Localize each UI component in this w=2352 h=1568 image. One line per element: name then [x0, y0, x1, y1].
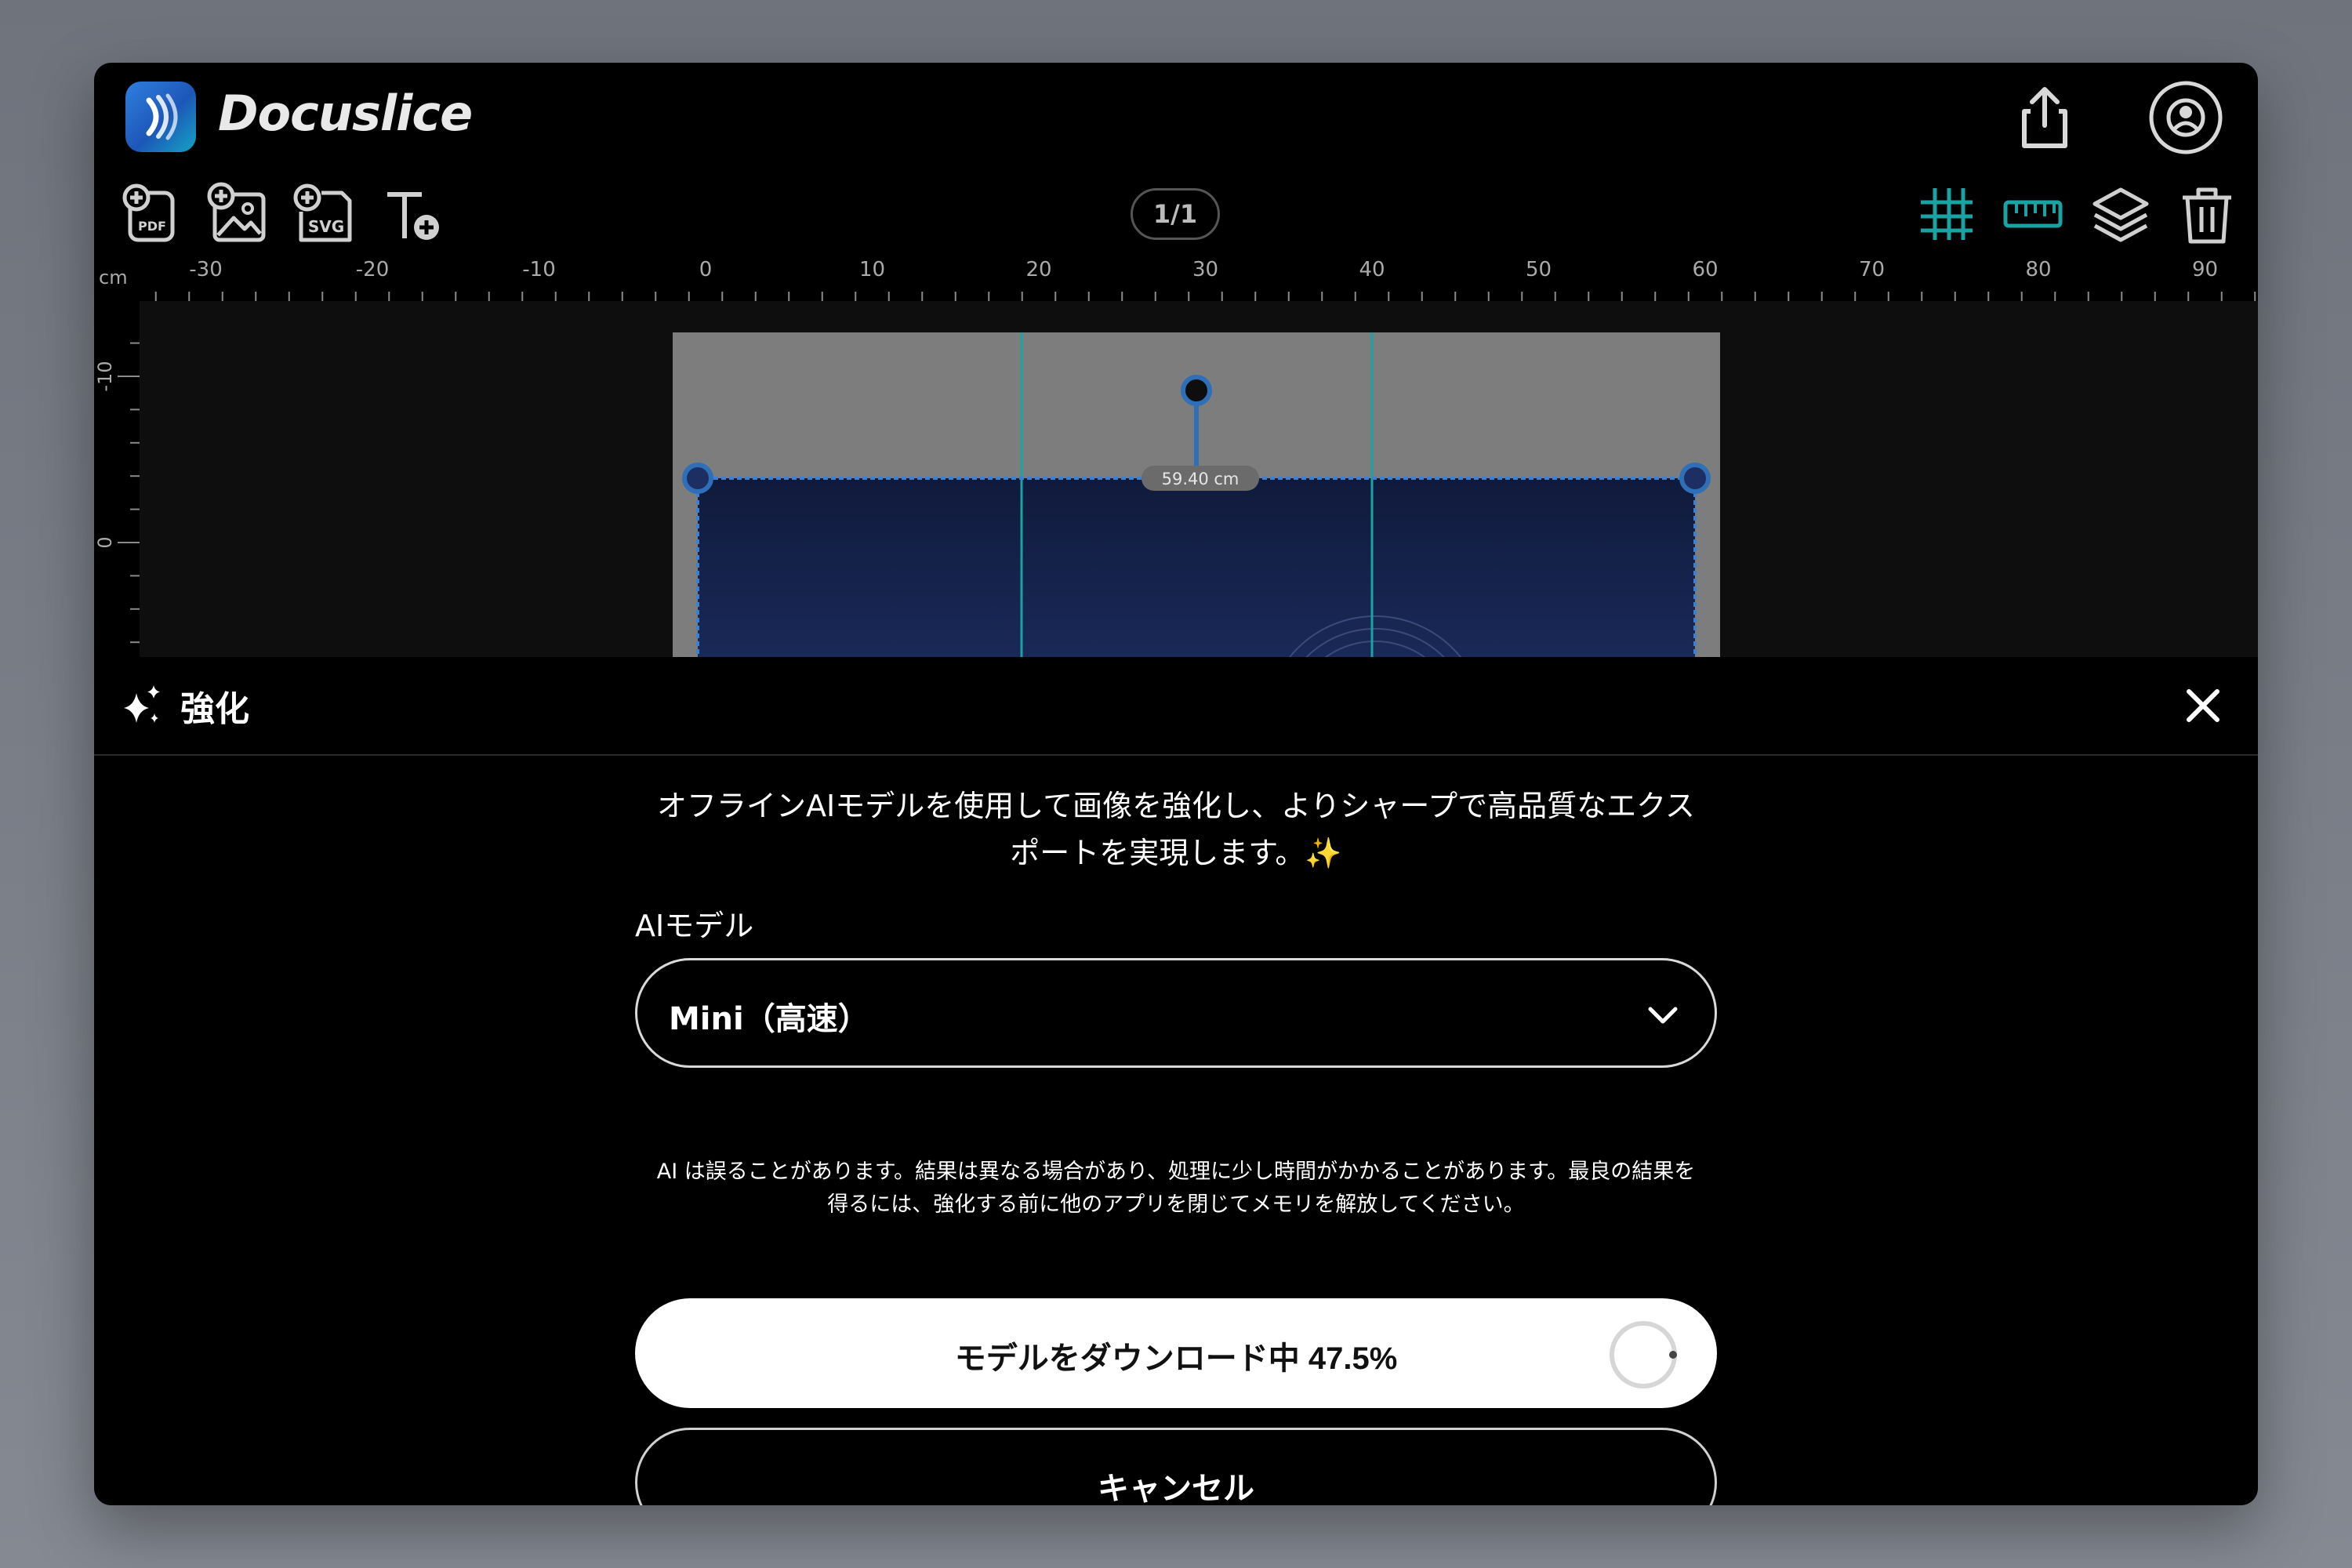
add-text-icon: [387, 192, 439, 240]
description-line: オフラインAIモデルを使用して画像を強化し、よりシャープで高品質なエクス: [657, 789, 1695, 823]
panel-description: オフラインAIモデルを使用して画像を強化し、よりシャープで高品質なエクス ポート…: [627, 782, 1725, 877]
page-indicator[interactable]: 1/1: [1131, 188, 1220, 240]
svg-text:SVG: SVG: [308, 217, 344, 236]
account-button[interactable]: [2148, 80, 2223, 155]
disclaimer-line: AI は誤ることがあります。結果は異なる場合があり、処理に少し時間がかかることが…: [656, 1160, 1696, 1184]
ruler-label: -10: [522, 258, 555, 281]
ruler-icon: [2003, 200, 2063, 228]
resize-handle-top-right[interactable]: [1679, 463, 1711, 494]
app-header: Docuslice: [94, 63, 2258, 180]
top-ruler: [94, 256, 2258, 301]
add-image-icon: [207, 182, 266, 242]
add-pdf-icon: PDF: [122, 183, 175, 242]
app-logo-icon: [125, 82, 196, 152]
add-svg-button[interactable]: SVG: [290, 180, 358, 248]
app-title: Docuslice: [218, 85, 473, 142]
ruler-label: -30: [189, 258, 222, 281]
ruler-label: 90: [2192, 258, 2218, 281]
app-window: Docuslice PDF SVG 1/1 -30 -20 -10 0 10 2…: [94, 63, 2258, 1505]
ruler-unit: cm: [99, 267, 128, 289]
spinner-icon: [1610, 1321, 1677, 1388]
ruler-label: -20: [356, 258, 389, 281]
ruler-label: 20: [1025, 258, 1051, 281]
canvas-area[interactable]: -30-20-100102030405060708090 -10010 cm: [94, 256, 2258, 721]
grid-icon: [1921, 188, 1973, 240]
add-svg-icon: SVG: [293, 183, 352, 242]
panel-title: 強化: [180, 689, 249, 729]
ruler-label: 0: [699, 258, 713, 281]
chevron-down-icon: [1648, 1007, 1678, 1024]
ruler-label: 40: [1359, 258, 1385, 281]
ruler-label: -10: [94, 361, 116, 391]
disclaimer-line: 得るには、強化する前に他のアプリを閉じてメモリを解放してください。: [827, 1192, 1525, 1217]
canvas-svg: -30-20-100102030405060708090 -10010 cm: [94, 256, 2258, 721]
add-image-button[interactable]: [204, 180, 271, 248]
cancel-label: キャンセル: [1098, 1472, 1254, 1505]
ruler-label: 60: [1692, 258, 1718, 281]
width-label: 59.40 cm: [1162, 470, 1240, 488]
model-select[interactable]: Mini（高速）: [635, 958, 1717, 1068]
layers-icon: [2092, 187, 2149, 242]
ruler-label: 50: [1526, 258, 1552, 281]
ruler-label: 80: [2025, 258, 2051, 281]
sparkle-icon: [124, 685, 160, 723]
layers-button[interactable]: [2087, 180, 2154, 248]
enhance-panel: 強化 オフラインAIモデルを使用して画像を強化し、よりシャープで高品質なエクス …: [94, 657, 2258, 1505]
resize-handle-top-left[interactable]: [682, 463, 713, 494]
rotate-handle[interactable]: [1181, 375, 1212, 406]
add-text-button[interactable]: [378, 180, 445, 248]
model-label: AIモデル: [635, 909, 754, 943]
ruler-toggle-button[interactable]: [1999, 180, 2067, 248]
close-icon: [2187, 689, 2220, 722]
description-line: ポートを実現します。✨: [1010, 836, 1342, 870]
cancel-button[interactable]: キャンセル: [635, 1428, 1717, 1505]
trash-icon: [2183, 187, 2231, 244]
left-ruler: [94, 256, 140, 721]
account-icon: [2149, 81, 2223, 154]
ruler-label: 10: [859, 258, 885, 281]
add-pdf-button[interactable]: PDF: [118, 180, 185, 248]
share-button[interactable]: [2007, 80, 2082, 155]
share-icon: [2022, 87, 2067, 148]
ruler-label: 70: [1859, 258, 1885, 281]
download-progress-label: モデルをダウンロード中 47.5%: [954, 1341, 1398, 1376]
ruler-label: 30: [1192, 258, 1218, 281]
ruler-label: 0: [94, 536, 116, 548]
svg-text:PDF: PDF: [138, 219, 166, 234]
download-model-button[interactable]: モデルをダウンロード中 47.5%: [635, 1298, 1717, 1408]
delete-button[interactable]: [2173, 180, 2241, 248]
grid-toggle-button[interactable]: [1913, 180, 1980, 248]
ai-disclaimer: AI は誤ることがあります。結果は異なる場合があり、処理に少し時間がかかることが…: [635, 1156, 1717, 1221]
model-select-value: Mini（高速）: [669, 1001, 869, 1037]
panel-header: 強化: [94, 657, 2258, 756]
close-button[interactable]: [2181, 684, 2225, 728]
